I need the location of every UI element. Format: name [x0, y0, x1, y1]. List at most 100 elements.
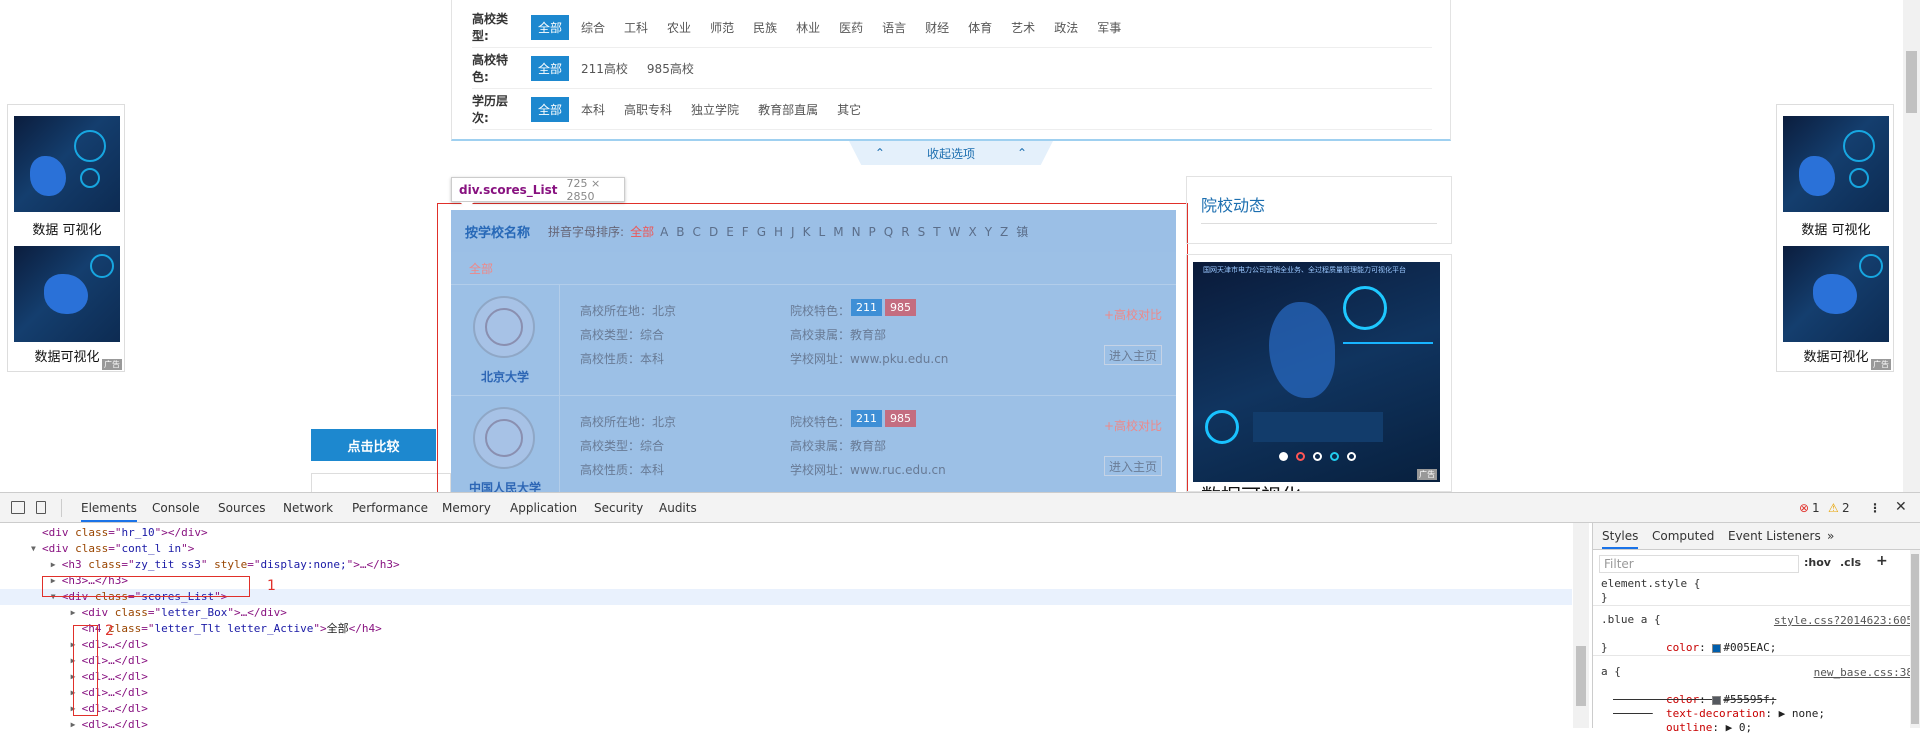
- dom-token: 全部: [326, 622, 349, 635]
- tab-event-listeners[interactable]: Event Listeners: [1728, 529, 1821, 543]
- collapsed-arrow-icon[interactable]: ▶: [51, 557, 56, 573]
- dom-token: class: [114, 606, 148, 619]
- tab-styles[interactable]: Styles: [1602, 529, 1639, 549]
- error-count[interactable]: 1: [1812, 501, 1820, 515]
- dom-token: <div: [81, 606, 115, 619]
- more-tabs-icon[interactable]: »: [1827, 529, 1834, 543]
- ad-badge[interactable]: 广告: [1417, 469, 1437, 480]
- left-side-ad[interactable]: 数据 可视化 数据可视化 广告: [7, 104, 125, 372]
- more-options-icon[interactable]: ⋮: [1869, 501, 1881, 515]
- error-icon[interactable]: ⊗: [1799, 501, 1809, 515]
- property-name[interactable]: text-decoration: [1666, 707, 1765, 720]
- rule-source-link[interactable]: style.css?2014623:605: [1774, 614, 1913, 627]
- filter-option[interactable]: 医药: [832, 15, 870, 40]
- webpage-viewport: 数据 可视化 数据可视化 广告 数据 可视化 数据可视化 广告 高校类型: 全部…: [0, 0, 1920, 492]
- news-title[interactable]: 院校动态: [1201, 192, 1265, 216]
- filter-option[interactable]: 师范: [703, 15, 741, 40]
- news-ad[interactable]: 国网天津市电力公司营销全业务、全过程质量管理能力可视化平台 广告 数据可视化: [1186, 254, 1452, 492]
- ad-badge[interactable]: 广告: [102, 359, 122, 370]
- filter-row-type: 高校类型: 全部 综合 工科 农业 师范 民族 林业 医药 语言 财经 体育 艺…: [472, 12, 1133, 43]
- tab-security[interactable]: Security: [594, 501, 643, 515]
- expanded-arrow-icon[interactable]: ▼: [31, 541, 36, 557]
- collapse-options-button[interactable]: ⌃ 收起选项 ⌃: [849, 141, 1053, 165]
- dom-token: letter_Tlt letter_Active: [154, 622, 314, 635]
- property-value[interactable]: ▶ 0;: [1726, 721, 1753, 734]
- class-toggle[interactable]: .cls: [1840, 556, 1861, 569]
- dashboard-ad-image: 国网天津市电力公司营销全业务、全过程质量管理能力可视化平台 广告: [1193, 262, 1440, 482]
- filter-option[interactable]: 全部: [531, 96, 570, 122]
- property-value[interactable]: #55595f;: [1723, 693, 1776, 706]
- dom-token: zy_tit ss3: [134, 558, 201, 571]
- hover-state-toggle[interactable]: :hov: [1804, 556, 1831, 569]
- tab-performance[interactable]: Performance: [352, 501, 428, 515]
- filter-option[interactable]: 军事: [1090, 15, 1128, 40]
- inspect-element-icon[interactable]: [11, 501, 25, 514]
- page-scrollbar[interactable]: [1903, 0, 1920, 492]
- filter-option[interactable]: 农业: [660, 15, 698, 40]
- filter-option[interactable]: 211高校: [574, 56, 635, 81]
- property-name[interactable]: color: [1666, 693, 1699, 706]
- filter-option[interactable]: 林业: [789, 15, 827, 40]
- double-chevron-up-icon: ⌃: [1017, 146, 1028, 160]
- color-swatch[interactable]: [1712, 695, 1722, 705]
- dom-token: <div: [42, 542, 76, 555]
- filter-option[interactable]: 综合: [574, 15, 612, 40]
- filter-option[interactable]: 语言: [875, 15, 913, 40]
- tab-audits[interactable]: Audits: [659, 501, 697, 515]
- filter-option[interactable]: 独立学院: [684, 97, 746, 122]
- filter-option[interactable]: 全部: [531, 55, 570, 81]
- dom-token: =": [121, 558, 135, 571]
- ad-heading: 国网天津市电力公司营销全业务、全过程质量管理能力可视化平台: [1203, 266, 1406, 274]
- filter-option[interactable]: 全部: [531, 14, 570, 40]
- dom-token: </h4>: [348, 622, 382, 635]
- property-value[interactable]: #005EAC;: [1723, 641, 1776, 654]
- news-panel: 院校动态: [1186, 176, 1452, 244]
- dom-token: cont_l in: [121, 542, 182, 555]
- filter-option[interactable]: 本科: [574, 97, 612, 122]
- warning-icon[interactable]: ⚠: [1828, 501, 1839, 515]
- property-name[interactable]: outline: [1666, 721, 1712, 734]
- dom-node-text: <h4 class="letter_Tlt letter_Active">全部<…: [82, 621, 382, 637]
- color-swatch[interactable]: [1712, 643, 1722, 653]
- close-icon[interactable]: ✕: [1895, 499, 1907, 515]
- filter-option[interactable]: 体育: [961, 15, 999, 40]
- filter-option[interactable]: 民族: [746, 15, 784, 40]
- styles-scrollbar[interactable]: [1910, 550, 1920, 728]
- tab-computed[interactable]: Computed: [1652, 529, 1714, 543]
- filter-row-level: 学历层次: 全部 本科 高职专科 独立学院 教育部直属 其它: [472, 94, 873, 125]
- filter-option[interactable]: 政法: [1047, 15, 1085, 40]
- tab-memory[interactable]: Memory: [442, 501, 491, 515]
- filter-option[interactable]: 985高校: [640, 56, 701, 81]
- filter-option[interactable]: 教育部直属: [751, 97, 825, 122]
- new-rule-button[interactable]: +: [1876, 553, 1888, 569]
- filter-option[interactable]: 工科: [617, 15, 655, 40]
- elements-scrollbar[interactable]: [1573, 523, 1589, 728]
- tooltip-selector: div.scores_List: [459, 182, 558, 197]
- filter-option[interactable]: 艺术: [1004, 15, 1042, 40]
- right-side-ad[interactable]: 数据 可视化 数据可视化 广告: [1776, 104, 1894, 372]
- double-chevron-up-icon: ⌃: [874, 146, 885, 160]
- filter-option[interactable]: 高职专科: [617, 97, 679, 122]
- ad-badge[interactable]: 广告: [1871, 359, 1891, 370]
- property-name[interactable]: color: [1666, 641, 1699, 654]
- elements-tree: <div class="hr_10"></div> ▼ <div class="co…: [0, 523, 1577, 728]
- tab-network[interactable]: Network: [283, 501, 333, 515]
- dom-token: display:none;: [260, 558, 347, 571]
- tab-elements[interactable]: Elements: [81, 501, 137, 522]
- collapsed-arrow-icon[interactable]: ▶: [71, 605, 76, 621]
- property-value[interactable]: ▶ none;: [1779, 707, 1825, 720]
- rule-blue-a: style.css?2014623:605 .blue a { color: #…: [1593, 613, 1920, 656]
- styles-filter-input[interactable]: Filter: [1599, 555, 1799, 573]
- compare-button[interactable]: 点击比较: [311, 429, 436, 461]
- filter-option[interactable]: 其它: [830, 97, 868, 122]
- device-toolbar-icon[interactable]: [36, 501, 46, 514]
- rule-source-link[interactable]: new_base.css:38: [1814, 666, 1913, 679]
- annotation-number: 1: [267, 578, 276, 594]
- tab-console[interactable]: Console: [152, 501, 200, 515]
- tab-sources[interactable]: Sources: [218, 501, 265, 515]
- ad-caption: 数据 可视化: [32, 223, 102, 238]
- tab-application[interactable]: Application: [510, 501, 577, 515]
- filter-option[interactable]: 财经: [918, 15, 956, 40]
- warning-count[interactable]: 2: [1842, 501, 1850, 515]
- collapsed-arrow-icon[interactable]: ▶: [71, 717, 76, 728]
